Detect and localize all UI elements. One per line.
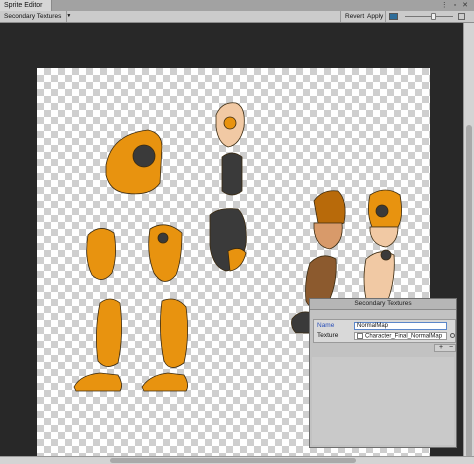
horizontal-scroll-thumb[interactable] <box>110 458 356 463</box>
object-picker-icon[interactable] <box>450 333 455 338</box>
zoom-slider-handle[interactable] <box>431 13 436 20</box>
dropdown-arrow-icon: ▼ <box>66 13 72 19</box>
secondary-texture-list[interactable]: Name NormalMap Texture Character_Final_N… <box>313 319 456 343</box>
list-add-remove: + − <box>434 344 456 352</box>
sprite-lower-leg-left <box>96 298 122 367</box>
texture-field[interactable]: Character_Final_NormalMap <box>354 332 447 340</box>
sprite-upper-leg-left <box>86 228 116 280</box>
sprite-forearm-marker <box>380 249 392 261</box>
panel-title: Secondary Textures <box>310 299 456 310</box>
panel-body <box>312 357 454 445</box>
apply-button[interactable]: Apply <box>364 12 386 21</box>
toolbar-divider <box>340 11 341 22</box>
add-texture-button[interactable]: + <box>439 344 443 351</box>
zoom-slider-track[interactable] <box>405 16 453 17</box>
texture-label: Texture <box>317 332 339 339</box>
sprite-foot-left <box>73 372 122 392</box>
toolbar: Secondary Textures ▼ Revert Apply <box>0 11 474 23</box>
texture-value: Character_Final_NormalMap <box>365 333 443 340</box>
name-input[interactable]: NormalMap <box>354 322 447 330</box>
sprite-neck <box>221 152 243 196</box>
sprite-shoulder-marker <box>375 204 389 218</box>
secondary-textures-panel: Secondary Textures Name NormalMap Textur… <box>309 298 457 448</box>
color-channel-icon[interactable] <box>389 13 398 20</box>
toolbar-divider <box>66 11 67 22</box>
horizontal-scrollbar[interactable] <box>0 456 474 464</box>
mip-icon[interactable] <box>458 13 465 20</box>
sprite-upper-arm-skin-right <box>369 226 399 248</box>
mode-dropdown[interactable]: Secondary Textures ▼ <box>2 12 74 21</box>
sprite-shoulder-left <box>313 190 346 227</box>
remove-texture-button[interactable]: − <box>449 344 453 351</box>
sprite-foot-right <box>141 372 188 392</box>
window-tab-sprite-editor[interactable]: Sprite Editor <box>0 0 52 11</box>
vertical-scroll-thumb[interactable] <box>466 125 472 458</box>
vertical-scrollbar[interactable] <box>463 23 474 458</box>
mode-dropdown-label: Secondary Textures <box>4 13 62 20</box>
sprite-upper-arm-skin-left <box>313 222 343 250</box>
sprite-joint-marker <box>157 232 169 244</box>
window-controls[interactable]: ⋮ ▫ ✕ <box>441 1 470 9</box>
toolbar-divider <box>385 11 386 22</box>
sprite-face-marker <box>223 116 237 130</box>
sprite-lower-leg-right <box>160 298 188 368</box>
texture-thumbnail-icon <box>357 333 363 339</box>
sprite-torso-panel <box>227 248 247 272</box>
sprite-helmet-visor <box>132 144 156 168</box>
name-label: Name <box>317 322 335 329</box>
